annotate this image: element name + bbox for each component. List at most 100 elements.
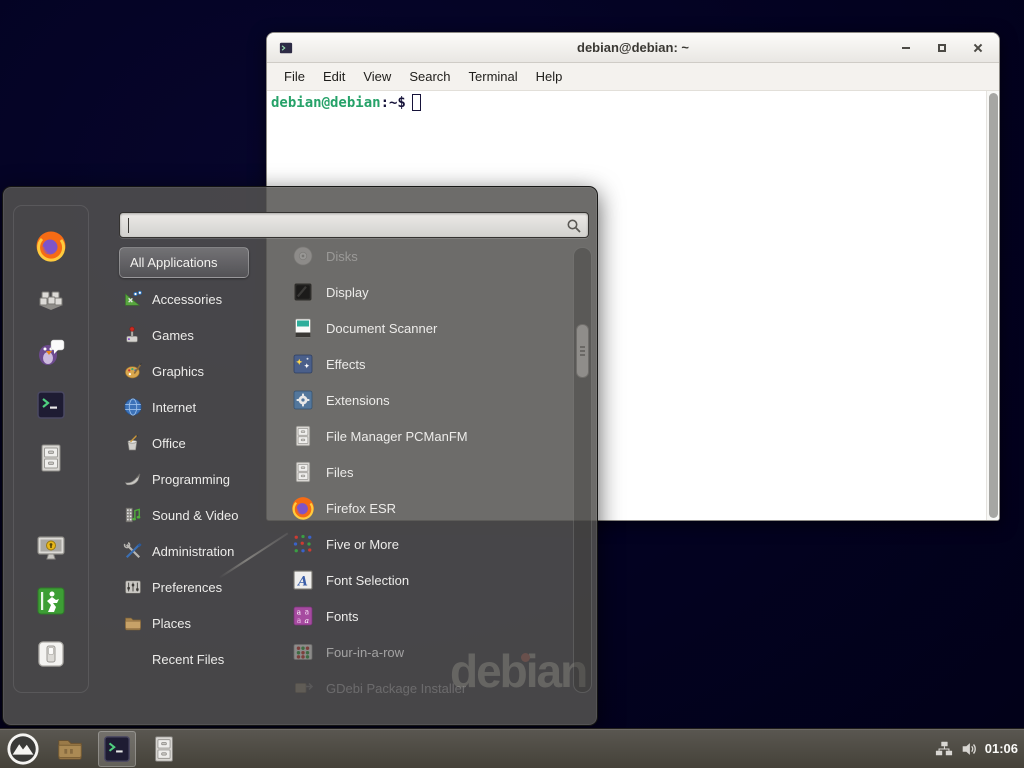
menu-favorites xyxy=(13,205,89,693)
maximize-icon[interactable] xyxy=(935,41,949,55)
app-extensions[interactable]: Extensions xyxy=(291,382,563,418)
search-box xyxy=(119,212,589,238)
graphics-icon xyxy=(123,361,143,381)
terminal-scrollbar-thumb[interactable] xyxy=(989,93,998,518)
app-four-in-a-row[interactable]: Four-in-a-row xyxy=(291,634,563,670)
network-icon[interactable] xyxy=(935,740,953,758)
category-label: All Applications xyxy=(130,255,217,270)
category-label: Places xyxy=(152,616,191,631)
internet-icon xyxy=(123,397,143,417)
taskbar-menu-button[interactable] xyxy=(4,731,42,767)
app-document-scanner[interactable]: Document Scanner xyxy=(291,310,563,346)
volume-icon[interactable] xyxy=(960,740,978,758)
five-or-more-icon xyxy=(291,532,315,556)
taskbar-terminal-button[interactable] xyxy=(98,731,136,767)
terminal-menu-search[interactable]: Search xyxy=(400,64,459,89)
places-icon xyxy=(123,613,143,633)
app-label: Extensions xyxy=(326,393,390,408)
app-files[interactable]: Files xyxy=(291,454,563,490)
category-label: Preferences xyxy=(152,580,222,595)
programming-icon xyxy=(123,469,143,489)
display-icon xyxy=(291,280,315,304)
minimize-icon[interactable] xyxy=(899,41,913,55)
accessories-icon xyxy=(123,289,143,309)
category-recent-files[interactable]: Recent Files xyxy=(119,641,279,677)
category-internet[interactable]: Internet xyxy=(119,389,279,425)
app-font-selection[interactable]: AFont Selection xyxy=(291,562,563,598)
terminal-titlebar[interactable]: debian@debian: ~ xyxy=(267,33,999,63)
category-all-applications[interactable]: All Applications xyxy=(119,247,249,278)
file-cabinet-icon xyxy=(35,442,67,474)
terminal-menu-view[interactable]: View xyxy=(354,64,400,89)
terminal-menu-terminal[interactable]: Terminal xyxy=(460,64,527,89)
app-display[interactable]: Display xyxy=(291,274,563,310)
sound-video-icon xyxy=(123,505,143,525)
category-programming[interactable]: Programming xyxy=(119,461,279,497)
clock[interactable]: 01:06 xyxy=(985,741,1018,756)
app-label: Effects xyxy=(326,357,366,372)
terminal-cursor xyxy=(412,94,421,111)
close-icon[interactable] xyxy=(971,41,985,55)
folder-icon xyxy=(55,734,85,764)
pidgin-icon xyxy=(35,336,67,368)
favorite-pidgin[interactable] xyxy=(34,336,68,368)
firefox-icon xyxy=(291,496,315,520)
category-accessories[interactable]: Accessories xyxy=(119,281,279,317)
favorite-shutdown[interactable] xyxy=(34,638,68,670)
terminal-icon xyxy=(35,389,67,421)
category-places[interactable]: Places xyxy=(119,605,279,641)
terminal-menu-help[interactable]: Help xyxy=(527,64,572,89)
menu-scrollbar[interactable] xyxy=(573,247,592,693)
search-input[interactable] xyxy=(128,215,558,235)
app-five-or-more[interactable]: Five or More xyxy=(291,526,563,562)
document-scanner-icon xyxy=(291,316,315,340)
software-manager-icon xyxy=(35,283,67,315)
terminal-menubar: FileEditViewSearchTerminalHelp xyxy=(267,63,999,91)
disks-icon xyxy=(291,244,315,268)
favorite-terminal[interactable] xyxy=(34,389,68,421)
category-preferences[interactable]: Preferences xyxy=(119,569,279,605)
logout-icon xyxy=(35,585,67,617)
shutdown-icon xyxy=(35,638,67,670)
favorite-lock-screen[interactable] xyxy=(34,532,68,564)
office-icon xyxy=(123,433,143,453)
terminal-menu-file[interactable]: File xyxy=(275,64,314,89)
app-label: GDebi Package Installer xyxy=(326,681,466,696)
terminal-scrollbar[interactable] xyxy=(986,91,999,520)
app-label: Firefox ESR xyxy=(326,501,396,516)
file-cabinet-icon xyxy=(149,734,179,764)
file-cabinet-icon xyxy=(291,424,315,448)
category-games[interactable]: Games xyxy=(119,317,279,353)
category-graphics[interactable]: Graphics xyxy=(119,353,279,389)
prompt-suffix: :~$ xyxy=(381,95,406,111)
category-administration[interactable]: Administration xyxy=(119,533,279,569)
lock-screen-icon xyxy=(35,532,67,564)
search-icon xyxy=(566,218,582,234)
effects-icon xyxy=(291,352,315,376)
category-sound-video[interactable]: Sound & Video xyxy=(119,497,279,533)
favorite-software-manager[interactable] xyxy=(34,283,68,315)
app-file-manager-pcmanfm[interactable]: File Manager PCManFM xyxy=(291,418,563,454)
gdebi-icon xyxy=(291,676,315,700)
app-firefox-esr[interactable]: Firefox ESR xyxy=(291,490,563,526)
favorite-logout[interactable] xyxy=(34,585,68,617)
app-effects[interactable]: Effects xyxy=(291,346,563,382)
taskbar-files-button[interactable] xyxy=(145,731,183,767)
category-label: Accessories xyxy=(152,292,222,307)
favorite-file-manager[interactable] xyxy=(34,442,68,474)
terminal-menu-edit[interactable]: Edit xyxy=(314,64,354,89)
app-fonts[interactable]: aaaaFonts xyxy=(291,598,563,634)
app-gdebi-package-installer[interactable]: GDebi Package Installer xyxy=(291,670,563,706)
app-label: File Manager PCManFM xyxy=(326,429,468,444)
menu-scrollbar-thumb[interactable] xyxy=(576,324,589,378)
application-list: DisksDisplayDocument Scanner Effects Exten… xyxy=(291,238,563,706)
app-label: Files xyxy=(326,465,353,480)
category-office[interactable]: Office xyxy=(119,425,279,461)
games-icon xyxy=(123,325,143,345)
favorite-firefox[interactable] xyxy=(34,230,68,262)
category-label: Graphics xyxy=(152,364,204,379)
terminal-icon xyxy=(102,734,132,764)
taskbar-launchers xyxy=(0,729,183,768)
app-disks[interactable]: Disks xyxy=(291,238,563,274)
taskbar-file-manager-button[interactable] xyxy=(51,731,89,767)
